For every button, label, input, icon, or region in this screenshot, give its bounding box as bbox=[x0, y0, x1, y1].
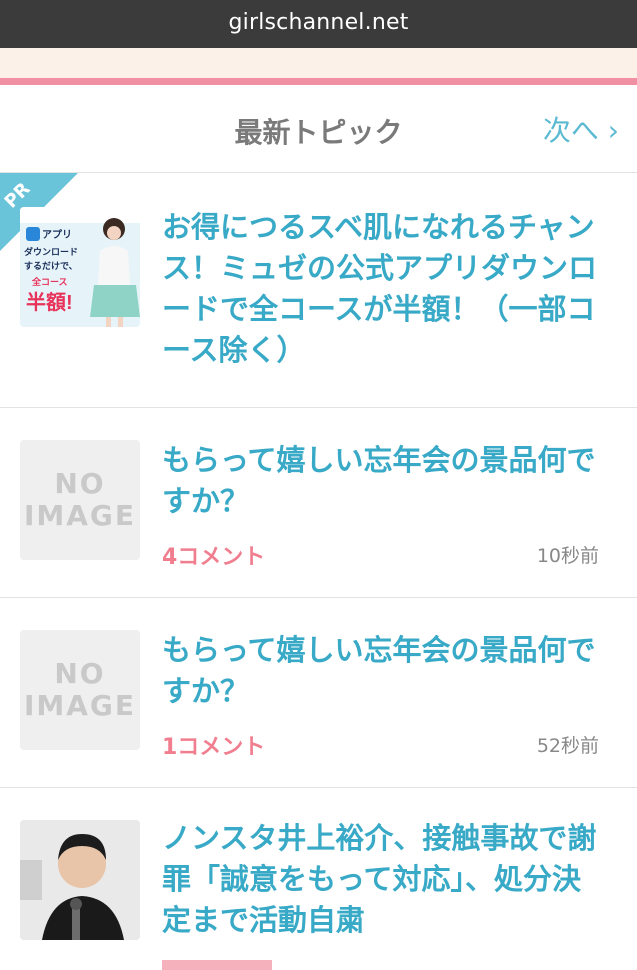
browser-status-bar: girlschannel.net bbox=[0, 0, 637, 48]
url-text[interactable]: girlschannel.net bbox=[0, 10, 637, 35]
no-image-text-1: NO bbox=[54, 657, 106, 690]
ad-line2: ダウンロード bbox=[24, 246, 78, 257]
page-title: 最新トピック bbox=[234, 116, 403, 149]
topics-header: 最新トピック 次へ › bbox=[0, 85, 637, 173]
pr-ad-thumbnail: アプリ ダウンロード するだけで、 全コース 半額! bbox=[20, 207, 140, 327]
photo-thumbnail bbox=[20, 820, 140, 940]
topic-list-item[interactable]: NO IMAGE もらって嬉しい忘年会の景品何ですか？ 1コメント 52秒前 bbox=[0, 598, 637, 788]
app-icon bbox=[26, 227, 40, 241]
post-time: 10秒前 bbox=[536, 545, 599, 567]
topic-list-item[interactable]: NO IMAGE もらって嬉しい忘年会の景品何ですか？ 4コメント 10秒前 bbox=[0, 408, 637, 598]
accent-line bbox=[0, 78, 637, 85]
topic-title[interactable]: もらって嬉しい忘年会の景品何ですか？ bbox=[162, 440, 597, 522]
no-image-thumbnail: NO IMAGE bbox=[20, 440, 140, 560]
no-image-text-1: NO bbox=[54, 467, 106, 500]
no-image-text-2: IMAGE bbox=[23, 499, 137, 532]
topic-title[interactable]: もらって嬉しい忘年会の景品何ですか？ bbox=[162, 630, 597, 712]
topic-list-item[interactable]: ノンスタ井上裕介、接触事故で謝罪「誠意をもって対応」、処分決定まで活動自粛 bbox=[0, 788, 637, 970]
ad-image: アプリ ダウンロード するだけで、 全コース 半額! bbox=[20, 207, 140, 327]
post-time: 52秒前 bbox=[536, 735, 599, 757]
no-image-thumbnail: NO IMAGE bbox=[20, 630, 140, 750]
no-image-text-2: IMAGE bbox=[23, 689, 137, 722]
comment-count: 4コメント bbox=[162, 545, 266, 570]
comment-count: 1コメント bbox=[162, 735, 266, 760]
top-banner-band bbox=[0, 48, 637, 78]
ad-line3: するだけで、 bbox=[24, 261, 78, 271]
person-photo bbox=[20, 820, 140, 940]
ad-line5: 半額! bbox=[26, 290, 73, 314]
ad-line4: 全コース bbox=[31, 276, 68, 287]
pr-title[interactable]: お得につるスベ肌になれるチャンス！ミュゼの公式アプリダウンロードで全コースが半額… bbox=[162, 207, 597, 371]
topic-title[interactable]: ノンスタ井上裕介、接触事故で謝罪「誠意をもって対応」、処分決定まで活動自粛 bbox=[162, 818, 597, 941]
ad-line1: アプリ bbox=[42, 228, 72, 241]
pr-list-item[interactable]: PR アプリ ダウンロード するだけで、 全コース 半額! お得につるスベ肌にな… bbox=[0, 173, 637, 408]
next-page-link[interactable]: 次へ › bbox=[543, 109, 619, 149]
comment-count-partial bbox=[162, 960, 272, 970]
